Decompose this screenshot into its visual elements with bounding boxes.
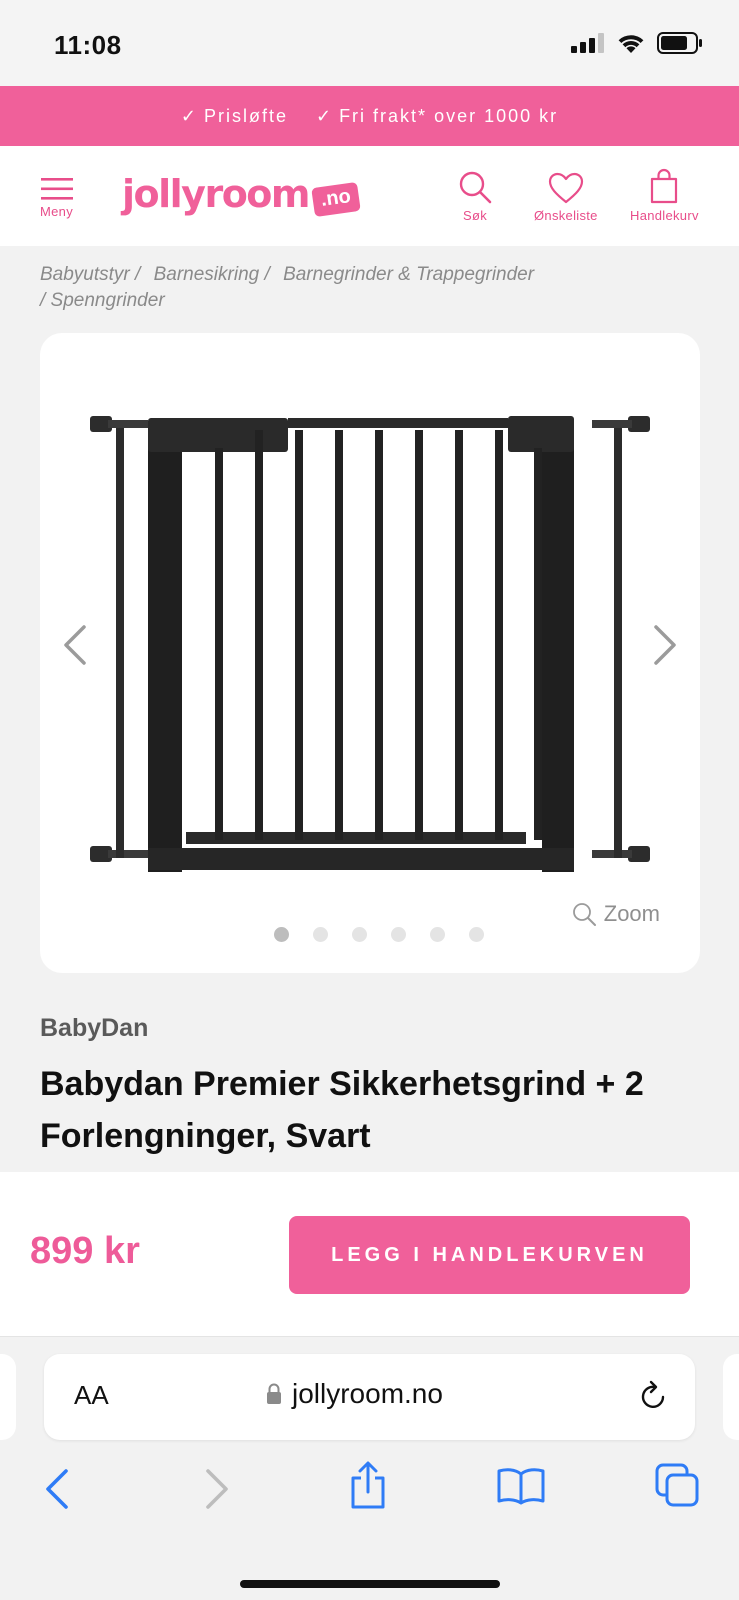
zoom-label: Zoom bbox=[603, 901, 660, 926]
promo-free-shipping: Fri frakt* over 1000 kr bbox=[339, 105, 559, 126]
breadcrumb: Babyutstyr / Barnesikring / Barnegrinder… bbox=[40, 262, 700, 314]
search-label: Søk bbox=[462, 208, 487, 223]
chevron-right-icon[interactable] bbox=[652, 623, 680, 667]
add-to-cart-button[interactable]: LEGG I HANDLEKURVEN bbox=[289, 1216, 690, 1294]
product-brand[interactable]: BabyDan bbox=[40, 1014, 148, 1043]
breadcrumb-current: / Spenngrinder bbox=[40, 290, 165, 311]
carousel-dot[interactable] bbox=[274, 927, 289, 942]
status-time: 11:08 bbox=[54, 30, 122, 60]
site-header: Meny jollyroom .no Søk Ønskeliste Handle… bbox=[0, 146, 739, 246]
breadcrumb-link[interactable]: Babyutstyr / bbox=[40, 264, 140, 285]
site-logo[interactable]: jollyroom .no bbox=[122, 172, 361, 217]
search-button[interactable]: Søk bbox=[458, 170, 492, 223]
reload-icon[interactable] bbox=[637, 1380, 669, 1412]
cart-button[interactable]: Handlekurv bbox=[630, 168, 699, 223]
magnifier-icon bbox=[572, 903, 596, 926]
lock-icon bbox=[267, 1383, 281, 1404]
bookmarks-icon[interactable] bbox=[496, 1466, 546, 1506]
shopping-bag-icon bbox=[651, 168, 678, 204]
product-title: Babydan Premier Sikkerhetsgrind + 2 Forl… bbox=[40, 1065, 644, 1155]
status-icons bbox=[571, 32, 703, 54]
home-indicator bbox=[240, 1580, 500, 1588]
product-image-carousel[interactable]: Zoom bbox=[40, 333, 700, 973]
carousel-dot[interactable] bbox=[352, 927, 367, 942]
forward-arrow-icon[interactable] bbox=[204, 1468, 230, 1510]
cart-label: Handlekurv bbox=[630, 208, 699, 223]
breadcrumb-link[interactable]: Barnesikring / bbox=[154, 264, 270, 285]
carousel-dot[interactable] bbox=[430, 927, 445, 942]
carousel-pagination bbox=[274, 927, 484, 942]
promo-strip: ✓ Prisløfte ✓ Fri frakt* over 1000 kr bbox=[0, 86, 739, 146]
url-text: jollyroom.no bbox=[292, 1378, 443, 1409]
wishlist-button[interactable]: Ønskeliste bbox=[534, 172, 598, 223]
promo-item: ✓ Fri frakt* over 1000 kr bbox=[316, 106, 558, 127]
heart-icon bbox=[548, 172, 583, 204]
logo-wordmark: jollyroom bbox=[122, 172, 311, 216]
menu-button[interactable]: Meny bbox=[40, 178, 73, 219]
hamburger-icon bbox=[40, 178, 73, 200]
carousel-dot[interactable] bbox=[469, 927, 484, 942]
browser-toolbar: AA jollyroom.no bbox=[0, 1338, 739, 1600]
zoom-button[interactable]: Zoom bbox=[572, 901, 660, 927]
next-tab-card[interactable] bbox=[723, 1354, 739, 1440]
carousel-dot[interactable] bbox=[391, 927, 406, 942]
product-image-safety-gate bbox=[90, 416, 650, 872]
breadcrumb-link[interactable]: Barnegrinder & Trappegrinder bbox=[283, 264, 534, 285]
carousel-dot[interactable] bbox=[313, 927, 328, 942]
wishlist-label: Ønskeliste bbox=[534, 208, 598, 223]
logo-tld: .no bbox=[311, 181, 361, 217]
search-icon bbox=[459, 171, 492, 204]
battery-icon bbox=[657, 32, 702, 54]
menu-label: Meny bbox=[40, 204, 73, 219]
reader-settings-button[interactable]: AA bbox=[74, 1380, 109, 1411]
url-display[interactable]: jollyroom.no bbox=[266, 1378, 443, 1410]
checkmark-icon: ✓ bbox=[315, 105, 334, 126]
product-price: 899 kr bbox=[30, 1230, 140, 1272]
buy-bar: 899 kr LEGG I HANDLEKURVEN bbox=[0, 1172, 739, 1337]
promo-price-promise: Prisløfte bbox=[203, 105, 288, 126]
chevron-left-icon[interactable] bbox=[60, 623, 88, 667]
share-icon[interactable] bbox=[348, 1460, 388, 1510]
cellular-signal-icon bbox=[571, 33, 604, 53]
address-bar[interactable]: AA jollyroom.no bbox=[44, 1354, 695, 1440]
status-bar: 11:08 bbox=[0, 0, 739, 86]
promo-item: ✓ Prisløfte bbox=[181, 106, 288, 127]
wifi-icon bbox=[618, 35, 644, 53]
checkmark-icon: ✓ bbox=[180, 105, 198, 126]
previous-tab-card[interactable] bbox=[0, 1354, 16, 1440]
tabs-icon[interactable] bbox=[654, 1462, 700, 1508]
back-arrow-icon[interactable] bbox=[44, 1468, 70, 1510]
